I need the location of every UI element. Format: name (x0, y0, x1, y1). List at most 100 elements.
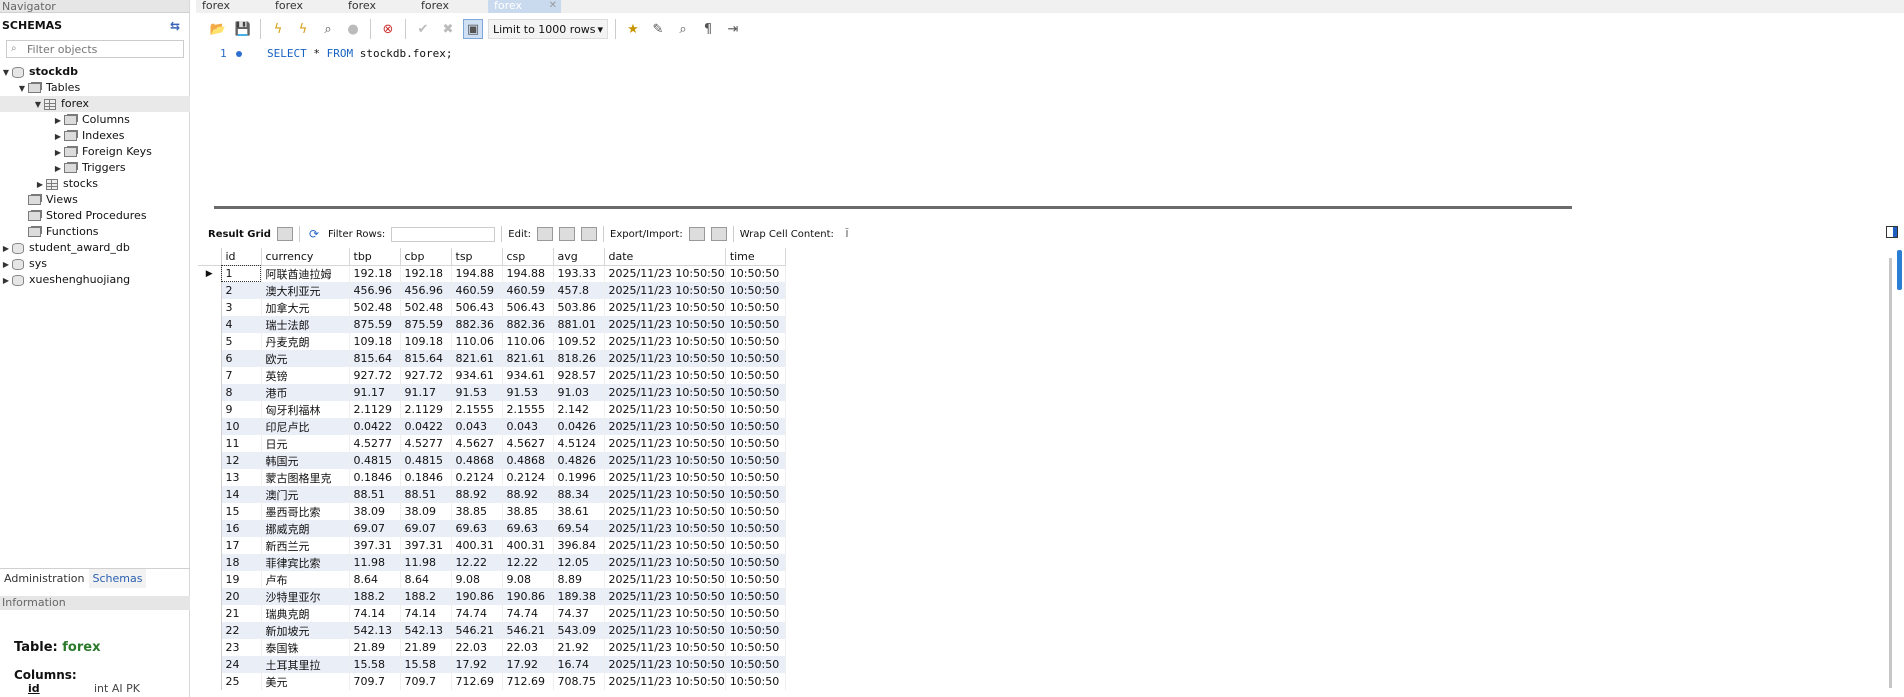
cell-csp[interactable]: 4.5627 (502, 435, 554, 452)
cell-tsp[interactable]: 546.21 (451, 622, 503, 639)
cell-tsp[interactable]: 9.08 (451, 571, 503, 588)
row-gutter[interactable] (198, 588, 222, 605)
cell-id[interactable]: 15 (221, 503, 262, 520)
filter-objects-input[interactable] (27, 42, 177, 56)
cell-csp[interactable]: 17.92 (502, 656, 554, 673)
tree-node-sys[interactable]: ▶ sys (0, 256, 47, 272)
cell-id[interactable]: 23 (221, 639, 262, 656)
cell-date[interactable]: 2025/11/23 10:50:50 (604, 622, 726, 639)
col-header-currency[interactable]: currency (261, 248, 350, 266)
cell-currency[interactable]: 瑞典克朗 (261, 605, 350, 622)
cell-tsp[interactable]: 194.88 (451, 265, 503, 282)
cell-csp[interactable]: 91.53 (502, 384, 554, 401)
cell-cbp[interactable]: 709.7 (400, 673, 452, 690)
cell-tbp[interactable]: 0.1846 (349, 469, 401, 486)
cell-avg[interactable]: 708.75 (553, 673, 605, 690)
cell-tsp[interactable]: 22.03 (451, 639, 503, 656)
snippet-icon[interactable]: ✎ (648, 19, 668, 39)
sql-editor[interactable]: 1 SELECT * FROM stockdb.forex; (196, 45, 1904, 197)
toggle-error-icon[interactable]: ⊗ (378, 19, 398, 39)
cell-cbp[interactable]: 188.2 (400, 588, 452, 605)
cell-tsp[interactable]: 0.2124 (451, 469, 503, 486)
cell-date[interactable]: 2025/11/23 10:50:50 (604, 469, 726, 486)
collapsed-arrow-icon[interactable]: ▶ (0, 241, 12, 257)
cell-tbp[interactable]: 875.59 (349, 316, 401, 333)
cell-tsp[interactable]: 712.69 (451, 673, 503, 690)
edit-row-icon[interactable] (537, 227, 554, 241)
collapsed-arrow-icon[interactable]: ▶ (52, 129, 64, 145)
cell-currency[interactable]: 蒙古图格里克 (261, 469, 350, 486)
cell-tsp[interactable]: 0.043 (451, 418, 503, 435)
row-gutter[interactable] (198, 469, 222, 486)
cell-id[interactable]: 11 (221, 435, 262, 452)
cell-csp[interactable]: 110.06 (502, 333, 554, 350)
cell-avg[interactable]: 8.89 (553, 571, 605, 588)
cell-id[interactable]: 2 (221, 282, 262, 299)
tree-node-tables[interactable]: ▼ Tables (16, 80, 80, 96)
execute-icon[interactable]: ϟ (268, 19, 288, 39)
cell-cbp[interactable]: 815.64 (400, 350, 452, 367)
refresh-icon[interactable]: ⇆ (170, 17, 180, 35)
row-gutter[interactable] (198, 639, 222, 656)
current-row-marker-icon[interactable]: ▶ (198, 265, 222, 282)
collapsed-arrow-icon[interactable]: ▶ (0, 257, 12, 273)
tree-node-triggers[interactable]: ▶ Triggers (52, 160, 126, 176)
row-gutter[interactable] (198, 554, 222, 571)
cell-avg[interactable]: 189.38 (553, 588, 605, 605)
cell-avg[interactable]: 543.09 (553, 622, 605, 639)
cell-csp[interactable]: 38.85 (502, 503, 554, 520)
wrap-cell-icon[interactable]: Ī (840, 227, 854, 241)
cell-avg[interactable]: 881.01 (553, 316, 605, 333)
cell-avg[interactable]: 0.1996 (553, 469, 605, 486)
tab-forex-1[interactable]: forex (196, 0, 269, 13)
cell-date[interactable]: 2025/11/23 10:50:50 (604, 299, 726, 316)
cell-date[interactable]: 2025/11/23 10:50:50 (604, 367, 726, 384)
add-row-icon[interactable] (559, 227, 576, 241)
sql-text[interactable]: SELECT * FROM stockdb.forex; (267, 47, 452, 60)
cell-currency[interactable]: 印尼卢比 (261, 418, 350, 435)
cell-csp[interactable]: 460.59 (502, 282, 554, 299)
cell-currency[interactable]: 匈牙利福林 (261, 401, 350, 418)
cell-cbp[interactable]: 74.14 (400, 605, 452, 622)
table-row[interactable]: 14 澳门元 88.51 88.51 88.92 88.92 88.34 2025/11/23… (198, 486, 786, 503)
col-header-csp[interactable]: csp (502, 248, 554, 266)
cell-currency[interactable]: 澳大利亚元 (261, 282, 350, 299)
cell-cbp[interactable]: 88.51 (400, 486, 452, 503)
cell-date[interactable]: 2025/11/23 10:50:50 (604, 554, 726, 571)
table-row[interactable]: 25 美元 709.7 709.7 712.69 712.69 708.75 2025/11/… (198, 673, 786, 690)
collapsed-arrow-icon[interactable]: ▶ (0, 273, 12, 289)
row-gutter[interactable] (198, 605, 222, 622)
stop-icon[interactable]: ● (343, 19, 363, 39)
tree-node-forex[interactable]: ▼ forex (0, 96, 190, 112)
toggle-panel-icon[interactable] (1886, 226, 1898, 238)
cell-currency[interactable]: 卢布 (261, 571, 350, 588)
row-gutter[interactable] (198, 435, 222, 452)
cell-cbp[interactable]: 0.4815 (400, 452, 452, 469)
table-row[interactable]: 2 澳大利亚元 456.96 456.96 460.59 460.59 457.8 2025/… (198, 282, 786, 299)
cell-cbp[interactable]: 542.13 (400, 622, 452, 639)
cell-avg[interactable]: 16.74 (553, 656, 605, 673)
cell-csp[interactable]: 400.31 (502, 537, 554, 554)
cell-id[interactable]: 12 (221, 452, 262, 469)
cell-currency[interactable]: 瑞士法郎 (261, 316, 350, 333)
cell-date[interactable]: 2025/11/23 10:50:50 (604, 282, 726, 299)
cell-tbp[interactable]: 542.13 (349, 622, 401, 639)
cell-date[interactable]: 2025/11/23 10:50:50 (604, 588, 726, 605)
cell-date[interactable]: 2025/11/23 10:50:50 (604, 673, 726, 690)
table-row[interactable]: 9 匈牙利福林 2.1129 2.1129 2.1555 2.1555 2.142 2025/… (198, 401, 786, 418)
cell-id[interactable]: 20 (221, 588, 262, 605)
cell-avg[interactable]: 69.54 (553, 520, 605, 537)
cell-time[interactable]: 10:50:50 (725, 265, 786, 282)
cell-tbp[interactable]: 11.98 (349, 554, 401, 571)
cell-date[interactable]: 2025/11/23 10:50:50 (604, 520, 726, 537)
rollback-icon[interactable]: ✖ (438, 19, 458, 39)
save-icon[interactable]: 💾 (233, 19, 253, 39)
cell-id[interactable]: 13 (221, 469, 262, 486)
cell-avg[interactable]: 457.8 (553, 282, 605, 299)
cell-cbp[interactable]: 11.98 (400, 554, 452, 571)
cell-cbp[interactable]: 397.31 (400, 537, 452, 554)
cell-csp[interactable]: 882.36 (502, 316, 554, 333)
cell-currency[interactable]: 阿联酋迪拉姆 (261, 265, 350, 282)
cell-date[interactable]: 2025/11/23 10:50:50 (604, 435, 726, 452)
cell-tbp[interactable]: 0.4815 (349, 452, 401, 469)
